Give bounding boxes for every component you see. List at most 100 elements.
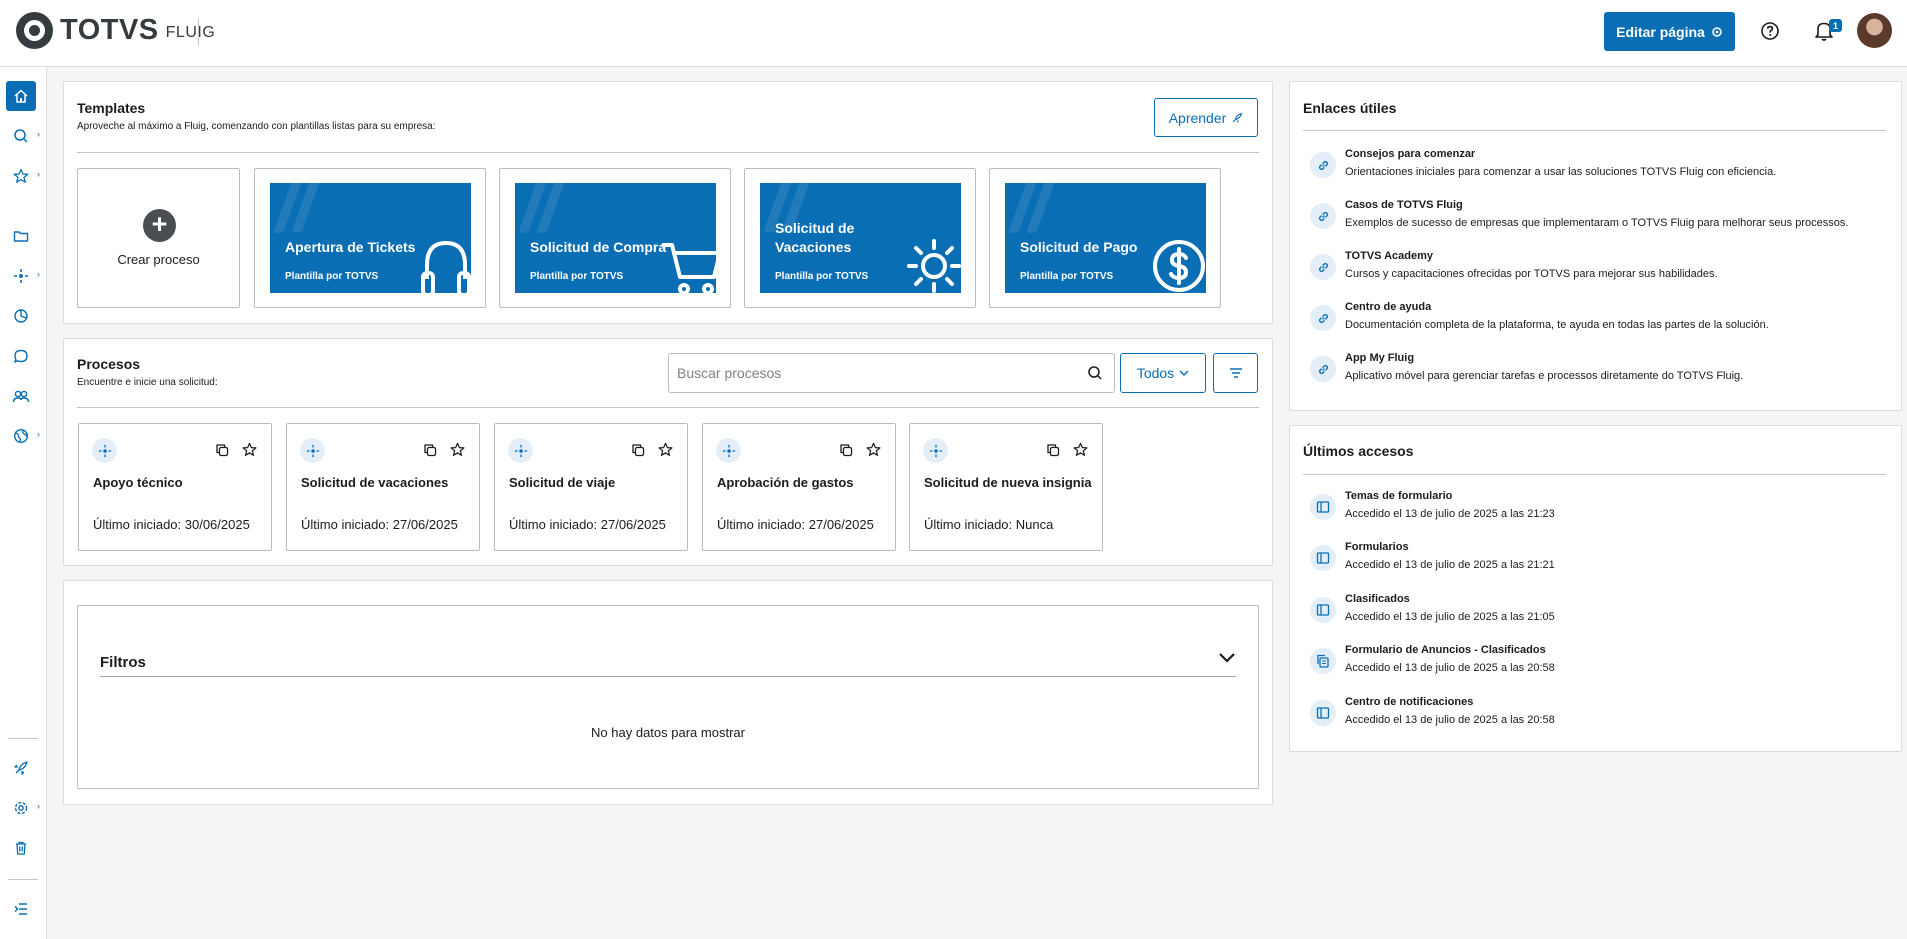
process-last-started: Último iniciado: Nunca xyxy=(924,517,1054,532)
templates-subtitle: Aproveche al máximo a Fluig, comenzando … xyxy=(77,121,436,132)
process-card[interactable]: Apoyo técnico Último iniciado: 30/06/202… xyxy=(78,423,272,551)
edit-page-button[interactable]: Editar página xyxy=(1604,12,1735,51)
sidebar-item-communities[interactable] xyxy=(6,381,36,411)
copy-icon[interactable] xyxy=(839,443,853,457)
process-icon xyxy=(14,269,28,283)
search-icon xyxy=(14,129,28,143)
link-title: Consejos para comenzar xyxy=(1345,148,1476,160)
cart-icon xyxy=(662,243,716,293)
link-description: Exemplos de sucesso de empresas que impl… xyxy=(1345,217,1849,229)
template-card-purchase[interactable]: Solicitud de Compra Plantilla por TOTVS xyxy=(499,168,731,308)
recent-title: Temas de formulario xyxy=(1345,490,1453,502)
process-icon xyxy=(300,438,325,463)
process-name: Aprobación de gastos xyxy=(717,475,854,490)
link-description: Cursos y capacitaciones ofrecidas por TO… xyxy=(1345,268,1718,280)
sidebar-item-search[interactable]: › xyxy=(6,121,40,151)
template-card-banner: Solicitud de Pago Plantilla por TOTVS xyxy=(1005,183,1206,293)
link-title: Centro de ayuda xyxy=(1345,301,1432,313)
process-icon xyxy=(923,438,948,463)
filters-box: Filtros No hay datos para mostrar xyxy=(77,605,1259,789)
processes-divider xyxy=(77,407,1259,408)
sidebar-item-launch[interactable] xyxy=(6,753,36,783)
recent-description: Accedido el 13 de julio de 2025 a las 21… xyxy=(1345,508,1555,520)
recent-title: Formularios xyxy=(1345,541,1409,553)
sidebar-divider xyxy=(8,879,38,880)
copy-icon[interactable] xyxy=(215,443,229,457)
create-process-label: Crear proceso xyxy=(117,252,200,267)
sidebar-item-trash[interactable] xyxy=(6,833,36,863)
chevron-right-icon: › xyxy=(37,129,40,139)
sort-icon xyxy=(1229,368,1242,378)
no-data-message: No hay datos para mostrar xyxy=(591,725,745,740)
rocket-icon xyxy=(14,761,28,775)
sidebar-item-chat[interactable] xyxy=(6,341,36,371)
template-card-tickets[interactable]: Apertura de Tickets Plantilla por TOTVS xyxy=(254,168,486,308)
process-name: Solicitud de vacaciones xyxy=(301,475,449,490)
avatar[interactable] xyxy=(1857,13,1892,48)
settings-sparkle-icon xyxy=(1712,26,1722,37)
copy-icon[interactable] xyxy=(423,443,437,457)
process-card[interactable]: Solicitud de viaje Último iniciado: 27/0… xyxy=(494,423,688,551)
process-card[interactable]: Aprobación de gastos Último iniciado: 27… xyxy=(702,423,896,551)
sidebar-item-processes[interactable]: › xyxy=(6,261,40,291)
recent-description: Accedido el 13 de julio de 2025 a las 20… xyxy=(1345,662,1555,674)
copy-icon[interactable] xyxy=(631,443,645,457)
link-icon xyxy=(1310,356,1336,382)
plus-icon: + xyxy=(143,209,176,242)
star-icon[interactable] xyxy=(1073,442,1088,457)
star-icon[interactable] xyxy=(658,442,673,457)
sidebar-item-analytics[interactable] xyxy=(6,301,36,331)
brand-name: TOTVS xyxy=(60,13,159,46)
chevron-down-icon[interactable] xyxy=(1218,650,1236,664)
create-process-card[interactable]: + Crear proceso xyxy=(77,168,240,308)
help-circle-icon[interactable] xyxy=(1758,19,1782,43)
globe-icon xyxy=(13,428,29,444)
filter-select[interactable]: Todos xyxy=(1120,353,1206,393)
page-icon xyxy=(1310,597,1336,623)
sidebar-item-documents[interactable] xyxy=(6,221,36,251)
folder-icon xyxy=(13,231,29,242)
headphones-icon xyxy=(421,240,471,293)
process-last-started: Último iniciado: 27/06/2025 xyxy=(509,517,666,532)
star-icon[interactable] xyxy=(450,442,465,457)
link-description: Orientaciones iniciales para comenzar a … xyxy=(1345,166,1777,178)
star-icon[interactable] xyxy=(866,442,881,457)
learn-button[interactable]: Aprender xyxy=(1154,98,1258,137)
template-card-payment[interactable]: Solicitud de Pago Plantilla por TOTVS xyxy=(989,168,1221,308)
chevron-down-icon xyxy=(1179,370,1189,377)
process-name: Solicitud de viaje xyxy=(509,475,616,490)
chat-icon xyxy=(13,349,28,363)
sidebar-item-favorites[interactable]: › xyxy=(6,161,40,191)
process-card[interactable]: Solicitud de nueva insignia Último inici… xyxy=(909,423,1103,551)
recent-access-divider xyxy=(1303,474,1886,475)
sort-button[interactable] xyxy=(1213,353,1258,393)
logo-divider xyxy=(198,18,199,46)
template-by: Plantilla por TOTVS xyxy=(1020,271,1114,282)
search-processes-field[interactable] xyxy=(668,353,1115,393)
copy-icon[interactable] xyxy=(1046,443,1060,457)
filters-title: Filtros xyxy=(100,654,146,671)
link-title: TOTVS Academy xyxy=(1345,250,1434,262)
template-card-vacations[interactable]: Solicitud de Vacaciones Plantilla por TO… xyxy=(744,168,976,308)
process-card[interactable]: Solicitud de vacaciones Último iniciado:… xyxy=(286,423,480,551)
recent-description: Accedido el 13 de julio de 2025 a las 21… xyxy=(1345,559,1555,571)
link-description: Documentación completa de la plataforma,… xyxy=(1345,319,1769,331)
sidebar: › › › › › xyxy=(0,67,47,939)
template-card-banner: Apertura de Tickets Plantilla por TOTVS xyxy=(270,183,471,293)
star-icon[interactable] xyxy=(242,442,257,457)
processes-subtitle: Encuentre e inicie una solicitud: xyxy=(77,377,218,388)
link-title: App My Fluig xyxy=(1345,352,1415,364)
link-title: Casos de TOTVS Fluig xyxy=(1345,199,1463,211)
totvs-fluig-logo[interactable]: TOTVS FLUIG xyxy=(16,11,215,49)
search-input[interactable] xyxy=(677,354,1077,392)
sidebar-item-settings[interactable]: › xyxy=(6,793,40,823)
sidebar-item-global[interactable]: › xyxy=(6,421,40,451)
template-by: Plantilla por TOTVS xyxy=(285,271,379,282)
sidebar-item-home[interactable] xyxy=(6,81,36,111)
trash-icon xyxy=(16,841,26,855)
home-icon xyxy=(14,89,28,103)
process-last-started: Último iniciado: 27/06/2025 xyxy=(301,517,458,532)
sidebar-collapse-toggle[interactable] xyxy=(6,894,36,924)
page-icon xyxy=(1310,700,1336,726)
chevron-right-icon: › xyxy=(37,169,40,179)
